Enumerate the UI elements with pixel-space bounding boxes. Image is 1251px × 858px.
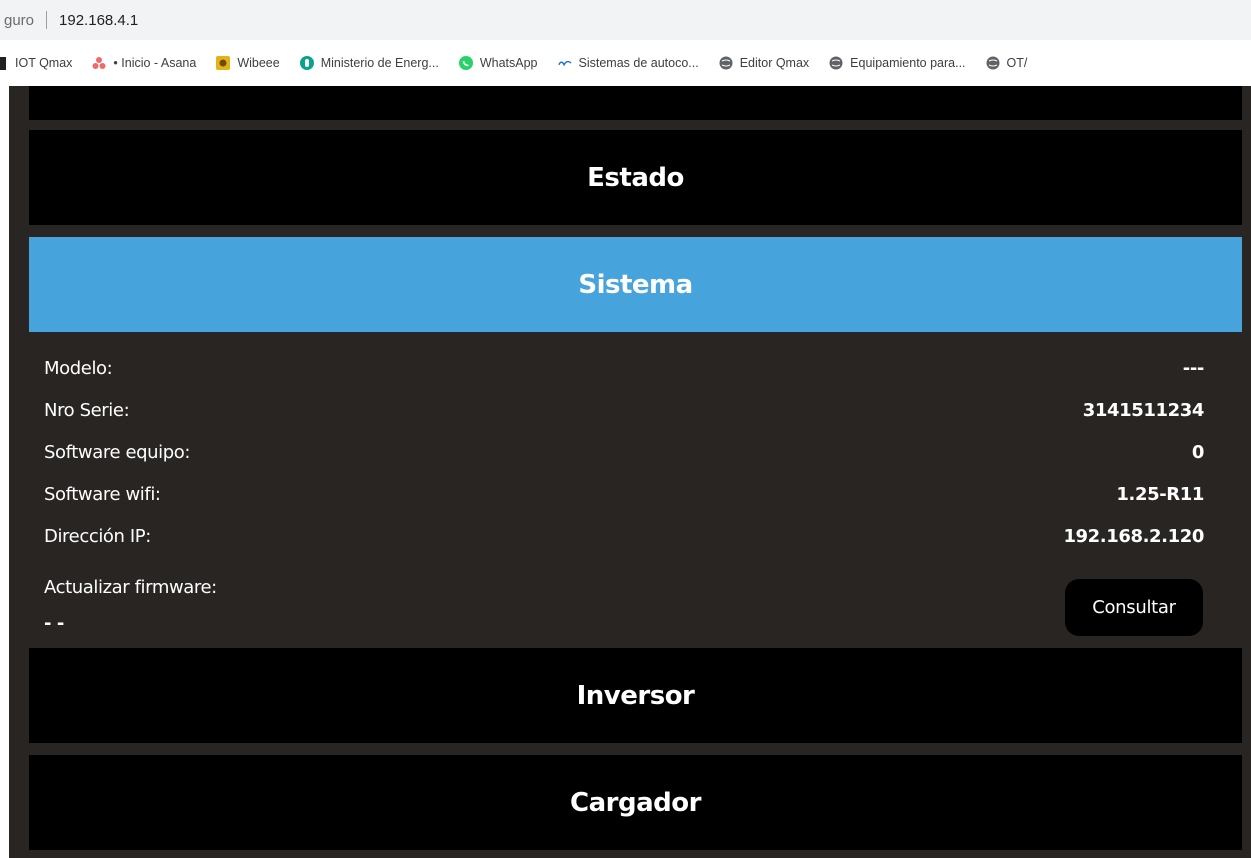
info-row-modelo: Modelo: --- bbox=[44, 353, 1204, 383]
row-label: Software equipo: bbox=[44, 441, 191, 463]
bookmark-label: WhatsApp bbox=[479, 56, 538, 70]
info-row-nro-serie: Nro Serie: 3141511234 bbox=[44, 395, 1204, 425]
row-label: Software wifi: bbox=[44, 483, 161, 505]
globe-icon bbox=[986, 56, 1000, 70]
bookmark-equipamiento[interactable]: Equipamiento para... bbox=[829, 56, 966, 70]
url-text[interactable]: 192.168.4.1 bbox=[59, 12, 138, 29]
bookmark-editor-qmax[interactable]: Editor Qmax bbox=[719, 56, 809, 70]
globe-icon bbox=[719, 56, 733, 70]
bookmark-label: Editor Qmax bbox=[739, 56, 810, 70]
info-row-software-equipo: Software equipo: 0 bbox=[44, 437, 1204, 467]
ministerio-icon bbox=[299, 56, 314, 70]
bookmark-iot-qmax[interactable]: IOT Qmax bbox=[0, 56, 72, 70]
sistemas-icon bbox=[557, 56, 572, 70]
section-sistema-label: Sistema bbox=[578, 269, 693, 300]
row-value: 3141511234 bbox=[1082, 399, 1205, 421]
firmware-status-row: - - bbox=[44, 608, 1204, 638]
row-label: Modelo: bbox=[44, 357, 113, 379]
firmware-label-row: Actualizar firmware: bbox=[44, 572, 1204, 602]
bookmarks-bar: IOT Qmax • Inicio - Asana Wibeee Ministe… bbox=[0, 40, 1251, 86]
firmware-status: - - bbox=[44, 612, 65, 634]
bookmark-label: Equipamiento para... bbox=[850, 56, 966, 70]
row-value: --- bbox=[1182, 357, 1205, 379]
bookmark-label: IOT Qmax bbox=[15, 56, 73, 70]
address-divider bbox=[46, 11, 48, 29]
bookmark-sistemas[interactable]: Sistemas de autoco... bbox=[557, 56, 699, 70]
address-bar[interactable]: guro 192.168.4.1 bbox=[0, 0, 1251, 40]
bookmark-label: Sistemas de autoco... bbox=[578, 56, 699, 70]
section-inversor[interactable]: Inversor bbox=[29, 648, 1242, 743]
section-inversor-label: Inversor bbox=[576, 680, 695, 711]
bookmark-label: OT/ bbox=[1006, 56, 1028, 70]
globe-icon bbox=[829, 56, 843, 70]
asana-icon bbox=[92, 56, 106, 70]
row-value: 0 bbox=[1191, 441, 1205, 463]
row-label: Nro Serie: bbox=[44, 399, 130, 421]
bookmark-whatsapp[interactable]: WhatsApp bbox=[458, 56, 538, 70]
section-estado-label: Estado bbox=[587, 162, 684, 193]
bookmark-wibeee[interactable]: Wibeee bbox=[216, 56, 280, 70]
consultar-button[interactable]: Consultar bbox=[1065, 579, 1203, 636]
bookmark-asana[interactable]: • Inicio - Asana bbox=[92, 56, 196, 70]
page-content: Estado Sistema Modelo: --- Nro Serie: 31… bbox=[9, 86, 1251, 858]
wibeee-icon bbox=[216, 56, 231, 70]
section-sistema[interactable]: Sistema bbox=[29, 237, 1242, 332]
firmware-label: Actualizar firmware: bbox=[44, 576, 217, 598]
bookmark-label: • Inicio - Asana bbox=[113, 56, 197, 70]
info-row-software-wifi: Software wifi: 1.25-R11 bbox=[44, 479, 1204, 509]
bookmark-label: Ministerio de Energ... bbox=[320, 56, 439, 70]
bookmark-ota[interactable]: OT/ bbox=[986, 56, 1028, 70]
row-label: Dirección IP: bbox=[44, 525, 151, 547]
security-label: guro bbox=[4, 11, 35, 29]
row-value: 1.25-R11 bbox=[1116, 483, 1204, 505]
whatsapp-icon bbox=[458, 56, 473, 70]
section-cargador-label: Cargador bbox=[570, 787, 701, 818]
info-row-direccion-ip: Dirección IP: 192.168.2.120 bbox=[44, 521, 1204, 551]
bookmark-ministerio[interactable]: Ministerio de Energ... bbox=[299, 56, 439, 70]
section-cargador[interactable]: Cargador bbox=[29, 755, 1242, 850]
bookmark-label: Wibeee bbox=[237, 56, 280, 70]
row-value: 192.168.2.120 bbox=[1063, 525, 1204, 547]
app-icon bbox=[0, 56, 6, 70]
top-panel-remnant[interactable] bbox=[29, 86, 1242, 120]
section-estado[interactable]: Estado bbox=[29, 130, 1242, 225]
